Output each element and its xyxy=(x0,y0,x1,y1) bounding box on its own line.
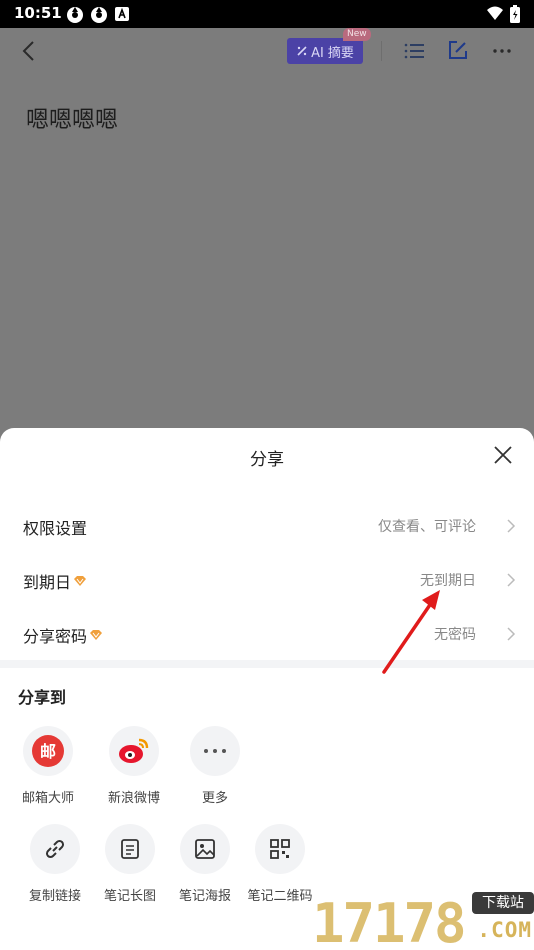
wifi-icon xyxy=(487,6,503,20)
share-copy-link[interactable]: 复制链接 xyxy=(15,824,95,904)
more-dots-icon xyxy=(204,749,226,753)
ai-summary-label: AI 摘要 xyxy=(311,45,354,61)
watermark-digits: 17178 xyxy=(312,892,467,950)
magic-wand-icon xyxy=(297,46,307,56)
expiry-date-row[interactable]: 到期日 无到期日 xyxy=(0,560,534,600)
share-icon-circle xyxy=(180,824,230,874)
site-watermark: 17178 下载站 .COM xyxy=(312,880,534,950)
sheet-title: 分享 xyxy=(250,450,284,470)
back-arrow-icon[interactable] xyxy=(18,38,42,64)
share-label: 笔记海报 xyxy=(178,889,231,904)
share-sheet: 分享 权限设置 仅查看、可评论 到期日 无到期日 分享密码 无密码 分享到 邮 … xyxy=(0,428,534,950)
vip-diamond-icon xyxy=(74,576,87,586)
share-label: 更多 xyxy=(201,791,228,806)
share-label: 笔记长图 xyxy=(103,889,156,904)
setting-value: 仅查看、可评论 xyxy=(378,519,476,535)
qr-code-icon xyxy=(270,839,290,859)
share-label: 邮箱大师 xyxy=(21,791,74,806)
status-time: 10:51 xyxy=(14,4,62,22)
setting-label: 权限设置 xyxy=(23,519,88,538)
vip-diamond-icon xyxy=(90,630,103,640)
share-qr-code[interactable]: 笔记二维码 xyxy=(240,824,320,904)
share-mail-master[interactable]: 邮 邮箱大师 xyxy=(8,726,88,806)
link-icon xyxy=(45,839,65,859)
document-title[interactable]: 嗯嗯嗯嗯 xyxy=(26,100,118,134)
long-image-icon xyxy=(121,839,139,859)
share-poster[interactable]: 笔记海报 xyxy=(165,824,245,904)
android-a-icon xyxy=(115,7,129,21)
notification-icons xyxy=(66,6,130,24)
share-icon-circle: 邮 xyxy=(23,726,73,776)
share-icon-circle xyxy=(255,824,305,874)
share-label: 新浪微博 xyxy=(107,791,160,806)
weibo-icon xyxy=(119,738,149,763)
mail-master-icon: 邮 xyxy=(32,735,64,767)
app-notification-icon xyxy=(67,7,83,23)
chevron-right-icon xyxy=(507,627,516,641)
watermark-tag: 下载站 xyxy=(472,892,534,914)
editor-toolbar: AI 摘要 New xyxy=(0,28,534,74)
share-weibo[interactable]: 新浪微博 xyxy=(94,726,174,806)
chevron-right-icon xyxy=(507,573,516,587)
share-label: 笔记二维码 xyxy=(247,889,313,904)
share-long-image[interactable]: 笔记长图 xyxy=(90,824,170,904)
new-badge: New xyxy=(343,28,371,41)
share-to-heading: 分享到 xyxy=(18,688,67,707)
share-more[interactable]: 更多 xyxy=(175,726,255,806)
section-divider xyxy=(0,660,534,668)
share-label: 复制链接 xyxy=(28,889,81,904)
share-icon-circle xyxy=(109,726,159,776)
setting-label: 分享密码 xyxy=(23,623,103,647)
battery-icon xyxy=(510,5,520,23)
system-icons xyxy=(486,5,520,23)
svg-text:邮: 邮 xyxy=(40,742,56,761)
outline-list-icon[interactable] xyxy=(403,40,425,62)
share-password-row[interactable]: 分享密码 无密码 xyxy=(0,614,534,654)
toolbar-divider xyxy=(381,41,382,61)
close-icon[interactable] xyxy=(492,444,514,466)
share-icon-circle xyxy=(190,726,240,776)
ai-summary-button[interactable]: AI 摘要 xyxy=(287,38,363,64)
setting-label: 到期日 xyxy=(23,569,87,593)
edit-icon[interactable] xyxy=(447,39,469,61)
status-bar: 10:51 xyxy=(0,0,534,28)
share-icon-circle xyxy=(30,824,80,874)
more-dots-icon[interactable] xyxy=(491,40,513,62)
watermark-domain: .COM xyxy=(477,918,532,942)
app-notification-icon xyxy=(91,7,107,23)
permission-setting-row[interactable]: 权限设置 仅查看、可评论 xyxy=(0,506,534,546)
chevron-right-icon xyxy=(507,519,516,533)
share-icon-circle xyxy=(105,824,155,874)
annotation-arrow-icon xyxy=(382,590,440,674)
poster-icon xyxy=(195,839,215,859)
